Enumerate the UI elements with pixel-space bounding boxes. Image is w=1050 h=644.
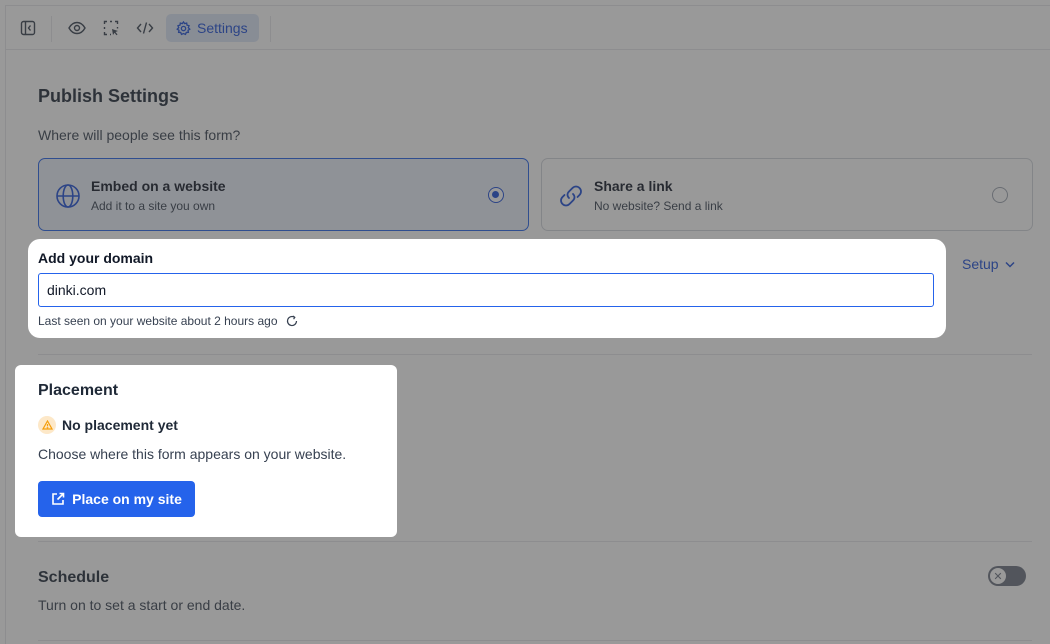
placement-description: Choose where this form appears on your w… bbox=[38, 446, 347, 462]
sidebar-toggle-icon[interactable] bbox=[14, 14, 42, 42]
link-icon bbox=[558, 183, 584, 209]
option-subtitle: Add it to a site you own bbox=[91, 199, 216, 213]
radio-share-link[interactable] bbox=[992, 187, 1008, 203]
close-icon: ✕ bbox=[990, 568, 1006, 584]
globe-icon bbox=[55, 183, 81, 209]
option-title: Share a link bbox=[594, 178, 673, 194]
domain-label: Add your domain bbox=[38, 250, 154, 266]
radio-embed[interactable] bbox=[488, 187, 504, 203]
gear-icon bbox=[176, 20, 191, 35]
placement-title: Placement bbox=[38, 382, 119, 399]
option-embed-website[interactable]: Embed on a website Add it to a site you … bbox=[38, 158, 529, 231]
place-on-site-label: Place on my site bbox=[72, 491, 182, 507]
placement-spotlight: Placement No placement yet Choose where … bbox=[15, 365, 397, 537]
last-seen-text: Last seen on your website about 2 hours … bbox=[38, 314, 278, 328]
warning-icon bbox=[38, 416, 56, 434]
section-divider bbox=[38, 541, 1032, 542]
schedule-toggle[interactable]: ✕ bbox=[988, 566, 1026, 586]
refresh-icon[interactable] bbox=[286, 315, 298, 327]
option-subtitle: No website? Send a link bbox=[594, 199, 723, 213]
tab-settings-label: Settings bbox=[197, 20, 248, 36]
last-seen-status: Last seen on your website about 2 hours … bbox=[38, 314, 298, 328]
select-element-icon[interactable] bbox=[97, 14, 125, 42]
preview-eye-icon[interactable] bbox=[63, 14, 91, 42]
setup-dropdown[interactable]: Setup bbox=[962, 256, 1015, 272]
toolbar-divider bbox=[270, 16, 271, 42]
domain-spotlight: Add your domain Last seen on your websit… bbox=[28, 239, 946, 338]
placement-status: No placement yet bbox=[38, 416, 178, 434]
page-title: Publish Settings bbox=[38, 86, 180, 106]
placement-status-text: No placement yet bbox=[62, 417, 178, 433]
publish-question: Where will people see this form? bbox=[38, 127, 241, 143]
option-share-link[interactable]: Share a link No website? Send a link bbox=[541, 158, 1033, 231]
toolbar: Settings bbox=[5, 5, 1050, 50]
setup-label: Setup bbox=[962, 256, 999, 272]
schedule-subtitle: Turn on to set a start or end date. bbox=[38, 597, 246, 613]
code-icon[interactable] bbox=[131, 14, 159, 42]
external-link-icon bbox=[52, 492, 65, 505]
chevron-down-icon bbox=[1005, 261, 1015, 268]
place-on-site-button[interactable]: Place on my site bbox=[38, 481, 195, 517]
toolbar-divider bbox=[51, 16, 52, 42]
section-divider bbox=[38, 354, 1032, 355]
domain-input[interactable] bbox=[38, 273, 934, 307]
tab-settings[interactable]: Settings bbox=[166, 14, 259, 42]
option-title: Embed on a website bbox=[91, 178, 226, 194]
schedule-title: Schedule bbox=[38, 569, 110, 586]
section-divider bbox=[38, 640, 1032, 641]
